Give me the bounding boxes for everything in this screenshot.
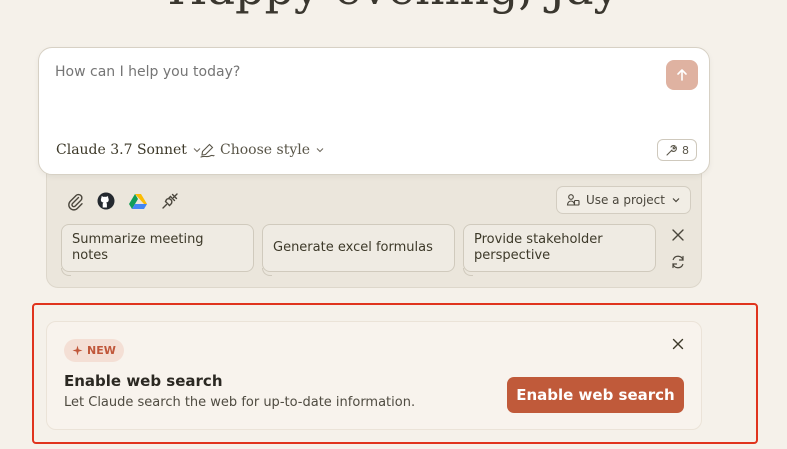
- arrow-up-icon: [677, 69, 687, 81]
- tools-icon: [666, 144, 677, 156]
- tools-button[interactable]: 8: [657, 139, 697, 161]
- speech-tail: [61, 268, 71, 276]
- greeting-heading: Happy evening, Jay: [0, 0, 787, 38]
- github-icon[interactable]: [96, 191, 116, 211]
- suggestion-summarize-meeting-notes[interactable]: Summarize meeting notes: [61, 224, 254, 276]
- speech-tail: [463, 268, 473, 276]
- use-project-label: Use a project: [585, 193, 665, 207]
- use-project-button[interactable]: Use a project: [555, 186, 691, 214]
- google-drive-icon[interactable]: [128, 191, 148, 211]
- paperclip-icon[interactable]: [65, 191, 85, 211]
- style-label: Choose style: [220, 142, 310, 158]
- project-icon: [566, 194, 580, 206]
- send-button[interactable]: [666, 60, 698, 90]
- message-composer: Claude 3.7 Sonnet Choose style 8: [38, 47, 710, 175]
- chevron-down-icon: [316, 148, 324, 153]
- suggestion-provide-stakeholder-perspective[interactable]: Provide stakeholder perspective: [463, 224, 656, 276]
- chevron-down-icon: [672, 198, 680, 203]
- speech-tail: [262, 268, 272, 276]
- plug-icon[interactable]: [160, 191, 180, 211]
- suggestion-label: Generate excel formulas: [273, 240, 433, 255]
- message-input[interactable]: [55, 64, 615, 80]
- suggestion-label: Summarize meeting notes: [72, 232, 204, 263]
- pen-style-icon: [200, 143, 215, 158]
- suggestion-label: Provide stakeholder perspective: [474, 232, 603, 263]
- highlight-outline: [32, 303, 758, 444]
- close-suggestions-icon[interactable]: [671, 228, 685, 242]
- refresh-icon[interactable]: [670, 254, 686, 270]
- composer-tray: Use a project Summarize meeting notes Ge…: [46, 160, 702, 288]
- suggestion-generate-excel-formulas[interactable]: Generate excel formulas: [262, 224, 455, 276]
- tools-count: 8: [682, 143, 689, 157]
- model-selector[interactable]: Claude 3.7 Sonnet: [56, 142, 202, 158]
- model-label: Claude 3.7 Sonnet: [56, 142, 187, 158]
- style-selector[interactable]: Choose style: [199, 142, 325, 158]
